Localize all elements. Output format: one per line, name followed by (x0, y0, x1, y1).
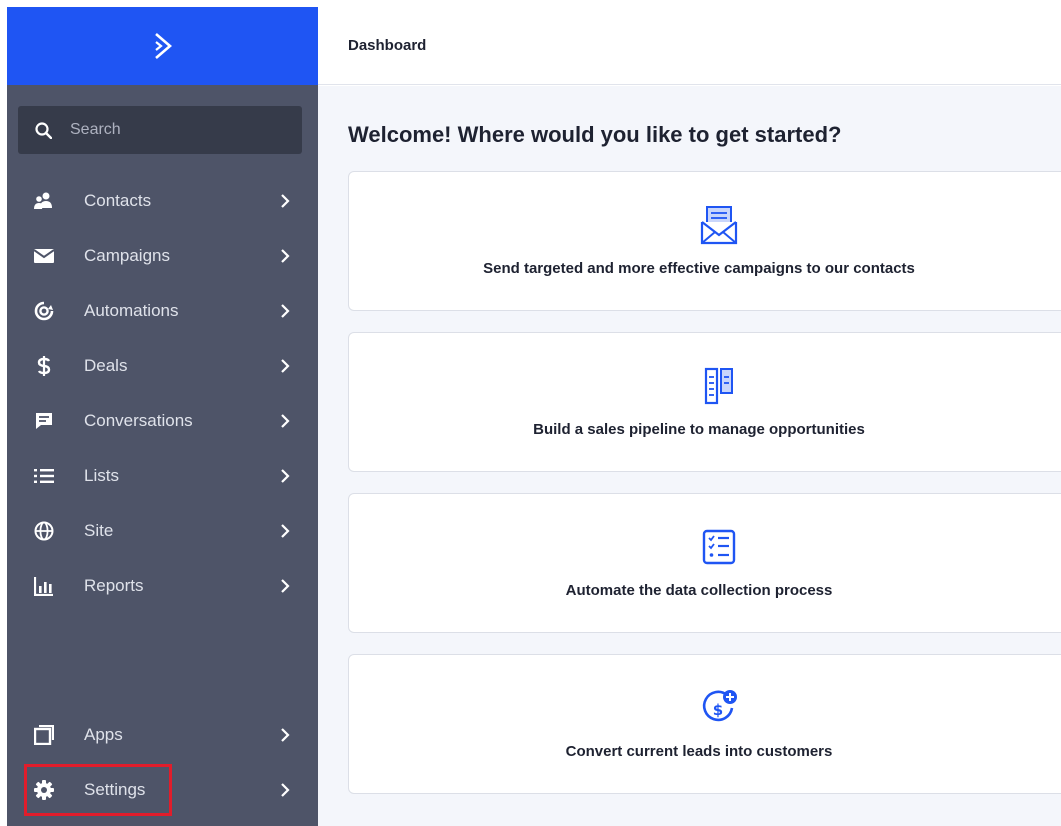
checklist-icon (699, 526, 739, 568)
sidebar-item-label: Campaigns (84, 246, 170, 265)
sidebar-item-reports[interactable]: Reports (7, 566, 318, 606)
envelope-icon (34, 246, 54, 266)
sidebar-item-label: Contacts (84, 191, 152, 210)
sidebar-item-label: Lists (84, 466, 119, 485)
top-bar: Dashboard (318, 7, 1061, 85)
chevron-right-icon (281, 249, 290, 263)
card-convert-leads[interactable]: $ Convert current leads into customers (348, 654, 1061, 794)
sidebar-item-contacts[interactable]: Contacts (7, 181, 318, 221)
automations-icon (34, 301, 54, 321)
sidebar: Search Contacts Campaigns Automations De… (7, 7, 318, 826)
chevron-right-icon (281, 414, 290, 428)
list-icon (34, 466, 54, 486)
svg-text:$: $ (713, 701, 723, 719)
card-campaigns[interactable]: Send targeted and more effective campaig… (348, 171, 1061, 311)
apps-icon (34, 725, 54, 745)
chevron-right-icon (281, 194, 290, 208)
card-pipeline[interactable]: Build a sales pipeline to manage opportu… (348, 332, 1061, 472)
sidebar-item-conversations[interactable]: Conversations (7, 401, 318, 441)
chevron-right-icon (281, 728, 290, 742)
sidebar-item-lists[interactable]: Lists (7, 456, 318, 496)
dollar-icon (34, 356, 54, 376)
chevron-right-icon (281, 524, 290, 538)
sidebar-item-campaigns[interactable]: Campaigns (7, 236, 318, 276)
chevron-right-icon (281, 469, 290, 483)
pipeline-icon (699, 365, 739, 407)
sidebar-item-automations[interactable]: Automations (7, 291, 318, 331)
sidebar-item-label: Conversations (84, 411, 193, 430)
dollar-plus-icon: $ (699, 687, 739, 729)
chat-icon (34, 411, 54, 431)
welcome-heading: Welcome! Where would you like to get sta… (348, 122, 842, 147)
chevron-logo-icon (154, 33, 172, 59)
sidebar-item-site[interactable]: Site (7, 511, 318, 551)
card-text: Build a sales pipeline to manage opportu… (533, 421, 865, 438)
search-input[interactable]: Search (18, 106, 302, 154)
card-text: Automate the data collection process (565, 582, 833, 599)
logo-bar[interactable] (7, 7, 318, 85)
main-content: Welcome! Where would you like to get sta… (318, 86, 1061, 826)
page-title: Dashboard (348, 37, 427, 54)
chevron-right-icon (281, 304, 290, 318)
contacts-icon (34, 191, 54, 211)
sidebar-item-label: Apps (84, 725, 123, 744)
sidebar-item-deals[interactable]: Deals (7, 346, 318, 386)
sidebar-item-label: Site (84, 521, 114, 540)
chevron-right-icon (281, 579, 290, 593)
search-placeholder: Search (70, 121, 121, 138)
sidebar-item-apps[interactable]: Apps (7, 715, 318, 755)
sidebar-item-label: Automations (84, 301, 179, 320)
search-icon (35, 121, 52, 139)
card-text: Send targeted and more effective campaig… (483, 260, 915, 277)
chevron-right-icon (281, 359, 290, 373)
chevron-right-icon (281, 783, 290, 797)
bar-chart-icon (34, 576, 54, 596)
card-text: Convert current leads into customers (565, 743, 833, 760)
globe-icon (34, 521, 54, 541)
campaign-envelope-icon (699, 204, 739, 246)
card-data-collection[interactable]: Automate the data collection process (348, 493, 1061, 633)
settings-highlight-box (24, 764, 172, 816)
sidebar-item-label: Reports (84, 576, 144, 595)
sidebar-item-label: Deals (84, 356, 128, 375)
